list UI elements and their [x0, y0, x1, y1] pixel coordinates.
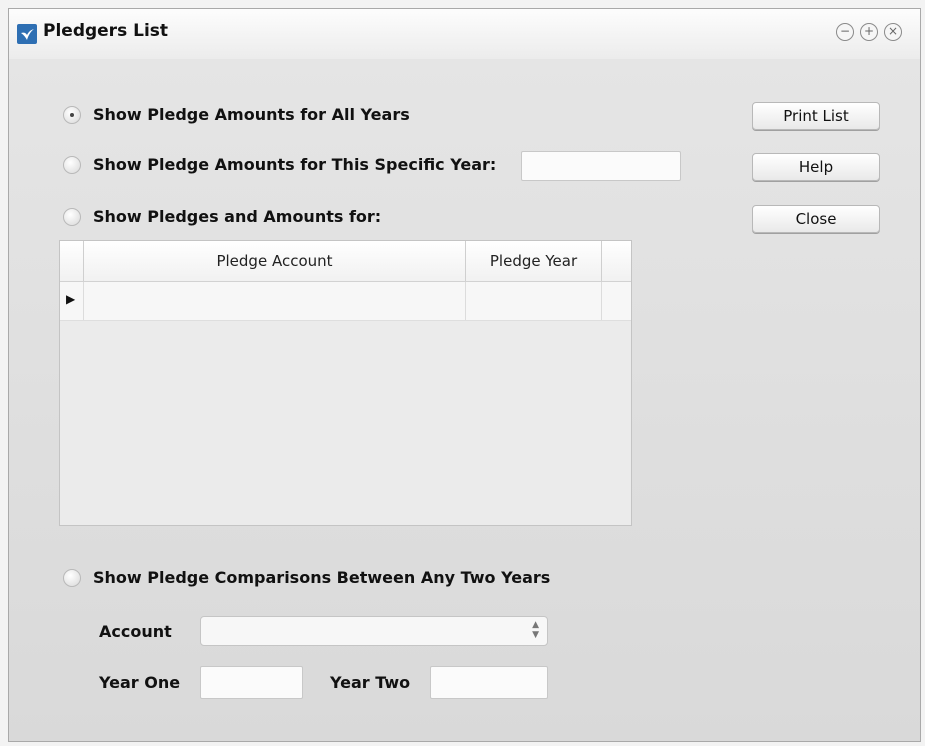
- year-one-input[interactable]: [200, 666, 303, 699]
- row-header-cell: [60, 241, 84, 281]
- account-label: Account: [99, 622, 172, 641]
- radio-pledges-amounts[interactable]: [63, 207, 81, 226]
- maximize-icon[interactable]: +: [860, 23, 878, 41]
- main-panel: Show Pledge Amounts for All Years Show P…: [9, 59, 920, 741]
- print-list-button[interactable]: Print List: [752, 102, 880, 130]
- title-bar: Pledgers List − + ×: [9, 9, 920, 60]
- label-comparisons: Show Pledge Comparisons Between Any Two …: [93, 568, 551, 587]
- radio-comparisons[interactable]: [63, 568, 81, 587]
- row-pointer-icon: ▶: [66, 292, 76, 306]
- label-specific-year: Show Pledge Amounts for This Specific Ye…: [93, 155, 497, 174]
- close-window-icon[interactable]: ×: [884, 23, 902, 41]
- spinner-arrows-icon: ▲ ▼: [532, 620, 539, 640]
- pledge-grid[interactable]: Pledge Account Pledge Year ▶: [59, 240, 632, 526]
- close-button[interactable]: Close: [752, 205, 880, 233]
- year-one-label: Year One: [99, 673, 181, 692]
- grid-header: Pledge Account Pledge Year: [60, 241, 631, 282]
- label-all-years: Show Pledge Amounts for All Years: [93, 105, 410, 124]
- radio-all-years[interactable]: [63, 105, 81, 124]
- account-select[interactable]: ▲ ▼: [200, 616, 548, 646]
- minimize-icon[interactable]: −: [836, 23, 854, 41]
- option-all-years[interactable]: Show Pledge Amounts for All Years: [63, 105, 410, 124]
- column-header-pledge-account[interactable]: Pledge Account: [84, 241, 466, 281]
- app-icon: [17, 24, 37, 44]
- specific-year-input[interactable]: [521, 151, 681, 181]
- option-specific-year[interactable]: Show Pledge Amounts for This Specific Ye…: [63, 155, 496, 174]
- option-pledges-amounts[interactable]: Show Pledges and Amounts for:: [63, 207, 381, 226]
- window-title: Pledgers List: [43, 21, 169, 41]
- cell-pledge-year[interactable]: [466, 282, 602, 320]
- help-button[interactable]: Help: [752, 153, 880, 181]
- row-selector[interactable]: ▶: [60, 282, 84, 320]
- label-pledges-amounts: Show Pledges and Amounts for:: [93, 207, 382, 226]
- column-header-pledge-year[interactable]: Pledge Year: [466, 241, 602, 281]
- table-row[interactable]: ▶: [60, 282, 631, 321]
- year-two-input[interactable]: [430, 666, 548, 699]
- year-two-label: Year Two: [330, 673, 411, 692]
- option-comparisons[interactable]: Show Pledge Comparisons Between Any Two …: [63, 568, 550, 587]
- pledgers-list-window: Pledgers List − + × Show Pledge Amounts …: [8, 8, 921, 742]
- cell-pledge-account[interactable]: [84, 282, 466, 320]
- radio-specific-year[interactable]: [63, 155, 81, 174]
